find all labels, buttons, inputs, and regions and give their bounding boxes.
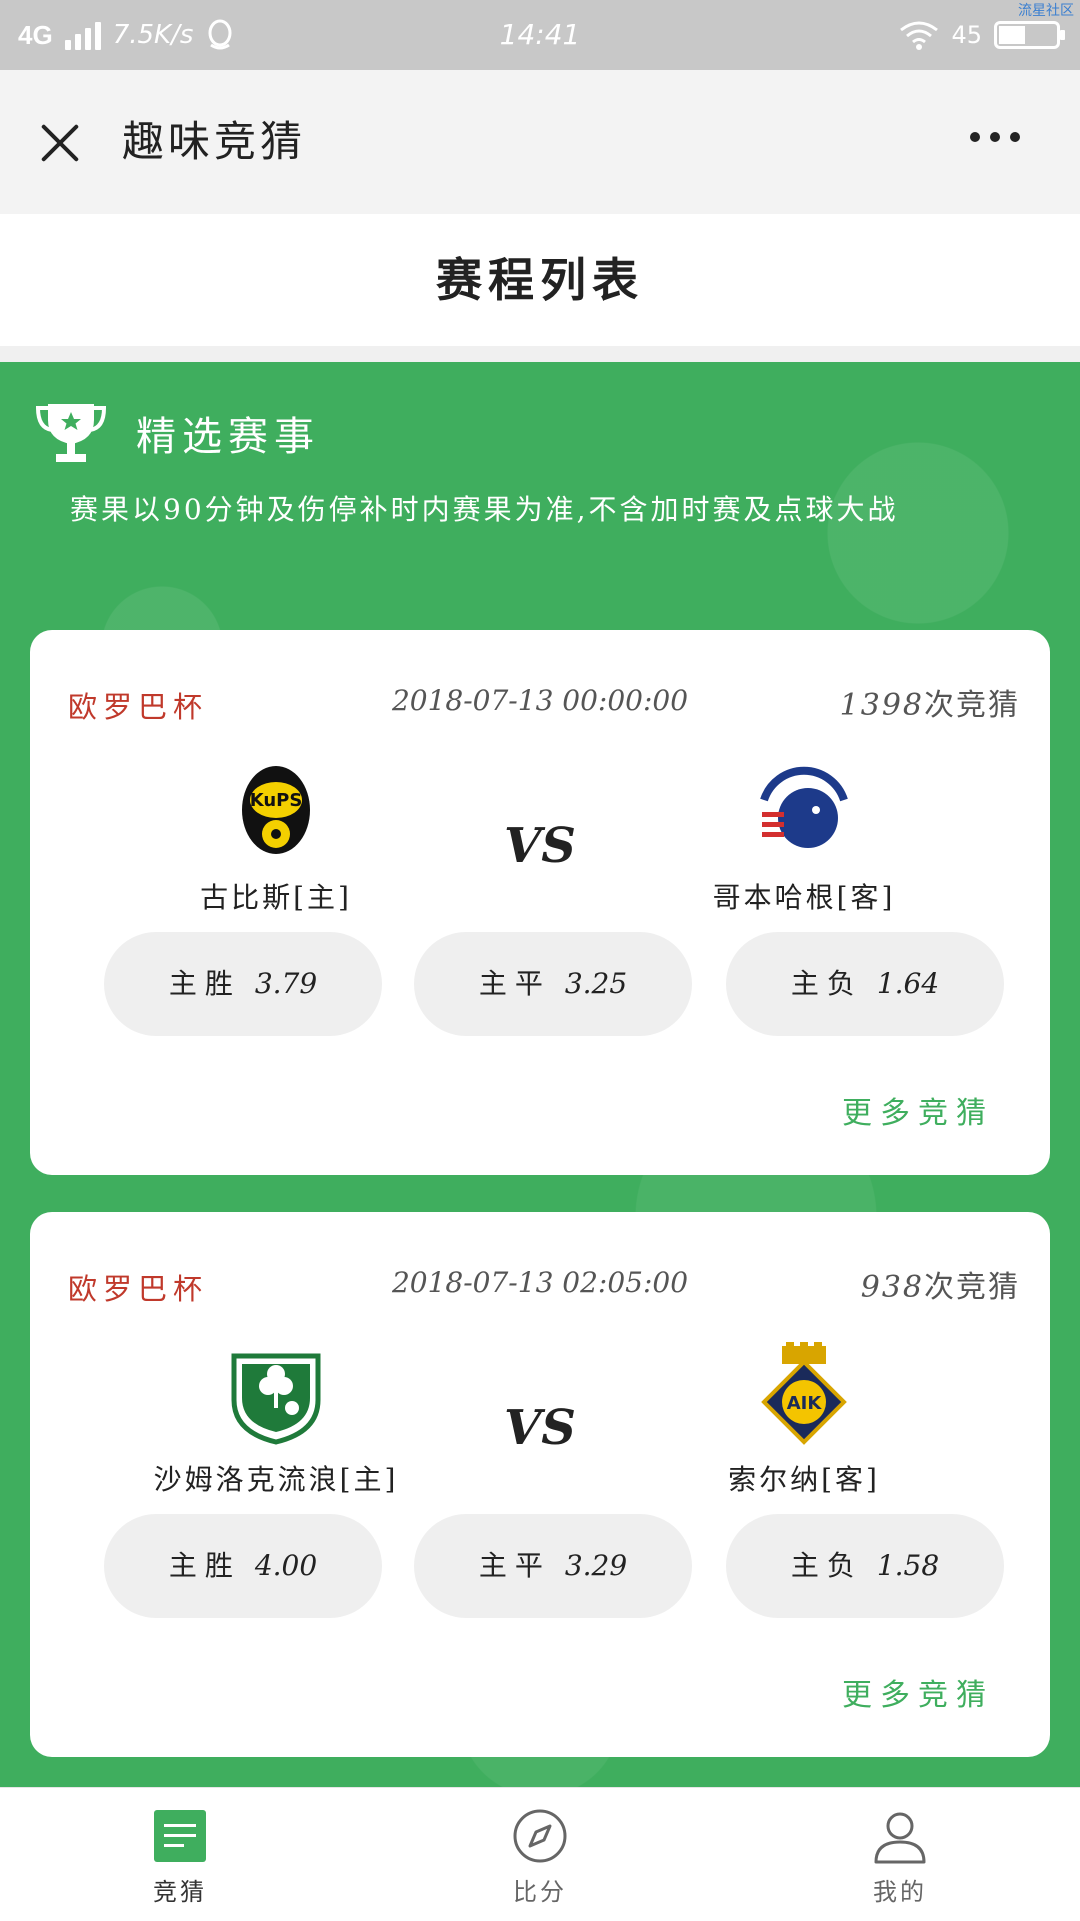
svg-text:AIK: AIK: [787, 1393, 823, 1414]
tab-guess[interactable]: 竞猜: [80, 1788, 280, 1921]
tab-label: 竞猜: [153, 1878, 207, 1906]
odds-row: 主胜 4.00 主平 3.29 主负 1.58: [104, 1514, 1004, 1618]
away-team: AIK 索尔纳[客]: [654, 1342, 954, 1498]
nav-title: 趣味竞猜: [122, 117, 307, 166]
aik-logo: AIK: [761, 1342, 847, 1445]
guess-count: 938次竞猜: [861, 1262, 1020, 1306]
odds-value: 1.58: [876, 1549, 940, 1582]
odds-home-lose-button[interactable]: 主负 1.64: [726, 932, 1004, 1036]
corner-watermark: 流星社区: [1018, 3, 1074, 19]
battery-percent: 45: [951, 21, 982, 49]
guess-count-suffix: 次竞猜: [924, 1270, 1020, 1305]
guess-count-number: 1398: [839, 688, 924, 723]
bottom-tab-bar: 竞猜 比分 我的: [0, 1787, 1080, 1921]
odds-home-lose-button[interactable]: 主负 1.58: [726, 1514, 1004, 1618]
page-title: 赛程列表: [0, 214, 1080, 346]
nav-bar: 趣味竞猜: [0, 70, 1080, 214]
tab-label: 比分: [513, 1878, 567, 1906]
odds-home-win-button[interactable]: 主胜 4.00: [104, 1514, 382, 1618]
tab-score[interactable]: 比分: [440, 1788, 640, 1921]
svg-text:KuPS: KuPS: [250, 790, 303, 811]
home-team-name: 古比斯[主]: [200, 881, 352, 914]
tab-label: 我的: [873, 1878, 927, 1906]
compass-icon: [513, 1809, 567, 1863]
close-icon[interactable]: [38, 120, 82, 164]
featured-title: 精选赛事: [136, 414, 320, 460]
odds-label: 主胜: [168, 1549, 241, 1582]
wifi-icon: [900, 21, 939, 50]
odds-value: 3.25: [564, 967, 628, 1000]
more-guesses-link[interactable]: 更多竞猜: [842, 1088, 994, 1132]
featured-section: 精选赛事 赛果以90分钟及伤停补时内赛果为准,不含加时赛及点球大战 欧罗巴杯 2…: [0, 362, 1080, 1787]
guess-count-suffix: 次竞猜: [924, 688, 1020, 723]
odds-home-win-button[interactable]: 主胜 3.79: [104, 932, 382, 1036]
featured-header: 精选赛事: [34, 398, 320, 468]
tab-mine[interactable]: 我的: [800, 1788, 1000, 1921]
trophy-icon: [35, 404, 107, 462]
document-list-icon: [154, 1810, 206, 1862]
odds-value: 1.64: [876, 967, 940, 1000]
away-team: 哥本哈根[客]: [654, 760, 954, 916]
odds-value: 3.29: [564, 1549, 628, 1582]
home-team-name: 沙姆洛克流浪[主]: [153, 1463, 399, 1496]
user-icon: [874, 1812, 926, 1864]
featured-description: 赛果以90分钟及伤停补时内赛果为准,不含加时赛及点球大战: [70, 493, 899, 526]
odds-label: 主负: [790, 1549, 863, 1582]
match-card[interactable]: 欧罗巴杯 2018-07-13 02:05:00 938次竞猜 沙姆洛克流浪[主…: [30, 1212, 1050, 1757]
divider: [0, 346, 1080, 362]
odds-label: 主负: [790, 967, 863, 1000]
battery-icon: [994, 21, 1065, 49]
odds-value: 3.79: [254, 967, 318, 1000]
odds-value: 4.00: [254, 1549, 318, 1582]
match-card[interactable]: 欧罗巴杯 2018-07-13 00:00:00 1398次竞猜 KuPS 古比…: [30, 630, 1050, 1175]
fc-kobenhavn-logo: [758, 766, 850, 858]
odds-label: 主平: [478, 1549, 551, 1582]
odds-draw-button[interactable]: 主平 3.25: [414, 932, 692, 1036]
odds-row: 主胜 3.79 主平 3.25 主负 1.64: [104, 932, 1004, 1036]
away-team-name: 哥本哈根[客]: [712, 881, 896, 914]
odds-label: 主平: [478, 967, 551, 1000]
guess-count-number: 938: [860, 1270, 924, 1305]
status-bar: 4G 7.5K/s 14:41 45 流星社区: [0, 0, 1080, 70]
odds-draw-button[interactable]: 主平 3.29: [414, 1514, 692, 1618]
away-team-name: 索尔纳[客]: [728, 1463, 880, 1496]
more-guesses-link[interactable]: 更多竞猜: [842, 1670, 994, 1714]
odds-label: 主胜: [168, 967, 241, 1000]
more-options-icon[interactable]: [970, 132, 1020, 142]
guess-count: 1398次竞猜: [840, 680, 1020, 724]
